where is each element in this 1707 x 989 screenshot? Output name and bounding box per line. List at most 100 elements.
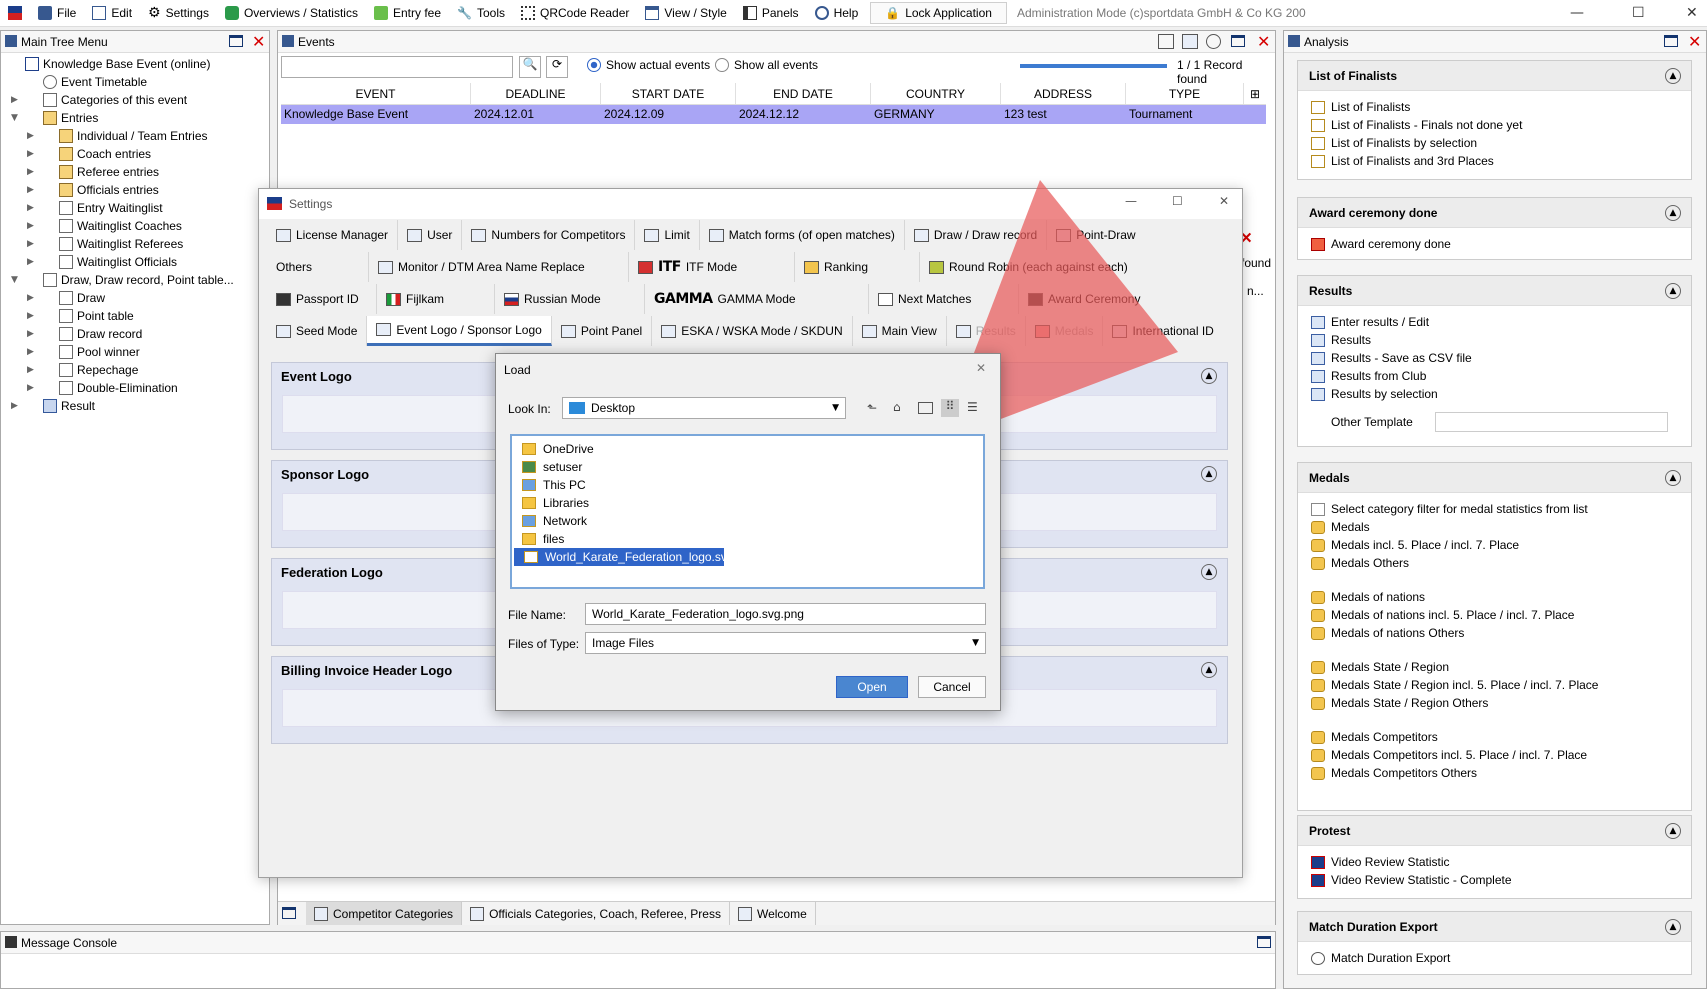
collapsed-icon[interactable]: ▶: [27, 257, 37, 267]
analysis-item[interactable]: Medals incl. 5. Place / incl. 7. Place: [1298, 536, 1691, 554]
table-row[interactable]: Knowledge Base Event 2024.12.01 2024.12.…: [281, 105, 1266, 124]
close-icon[interactable]: ✕: [1686, 5, 1698, 21]
tab-gamma-mode[interactable]: GAMMA GAMMA Mode: [645, 284, 869, 314]
collapsed-icon[interactable]: ▶: [27, 149, 37, 159]
new-folder-icon[interactable]: [918, 402, 933, 414]
tab-event-logo-sponsor-logo[interactable]: Event Logo / Sponsor Logo: [367, 316, 552, 346]
tab-limit[interactable]: Limit: [635, 220, 700, 250]
analysis-item[interactable]: List of Finalists by selection: [1298, 134, 1691, 152]
tab-passport-id[interactable]: Passport ID: [267, 284, 377, 314]
tree-item-coach-entries[interactable]: ▶ Coach entries: [1, 145, 269, 163]
collapse-icon[interactable]: ▲: [1201, 564, 1217, 580]
tree-item-referee-entries[interactable]: ▶ Referee entries: [1, 163, 269, 181]
tree-item-waitinglist-referees[interactable]: ▶ Waitinglist Referees: [1, 235, 269, 253]
minimize-icon[interactable]: —: [1570, 5, 1584, 21]
tree-item-waitinglist-officials[interactable]: ▶ Waitinglist Officials: [1, 253, 269, 271]
analysis-item[interactable]: Medals State / Region incl. 5. Place / i…: [1298, 676, 1691, 694]
collapse-icon[interactable]: ▲: [1665, 919, 1681, 935]
collapsed-icon[interactable]: ▶: [27, 131, 37, 141]
col-deadline[interactable]: DEADLINE: [471, 83, 601, 104]
tab-eska-wska-mode-skdun[interactable]: ESKA / WSKA Mode / SKDUN: [652, 316, 853, 346]
collapsed-icon[interactable]: ▶: [27, 311, 37, 321]
maximize-icon[interactable]: [229, 35, 243, 47]
menu-overviews[interactable]: Overviews / Statistics: [217, 0, 366, 27]
analysis-item[interactable]: Medals Competitors: [1298, 728, 1691, 746]
export-icon[interactable]: [1158, 34, 1174, 49]
tree-item-draw[interactable]: ▶ Draw: [1, 289, 269, 307]
collapse-icon[interactable]: ▲: [1665, 205, 1681, 221]
maximize-icon[interactable]: [1231, 35, 1245, 47]
collapse-icon[interactable]: ▲: [1665, 470, 1681, 486]
analysis-item[interactable]: Medals State / Region Others: [1298, 694, 1691, 712]
tab-itf-mode[interactable]: ITF ITF Mode: [629, 252, 795, 282]
menu-qrcode[interactable]: QRCode Reader: [513, 0, 637, 27]
expanded-icon[interactable]: ▼: [11, 113, 21, 123]
tree-item-categories[interactable]: ▶ Categories of this event: [1, 91, 269, 109]
collapse-icon[interactable]: ▲: [1201, 368, 1217, 384]
open-button[interactable]: Open: [836, 676, 908, 698]
collapsed-icon[interactable]: ▶: [27, 239, 37, 249]
col-event[interactable]: EVENT: [281, 83, 471, 104]
tree-item-draw-record[interactable]: ▶ Draw record: [1, 325, 269, 343]
analysis-item[interactable]: Award ceremony done: [1298, 235, 1691, 253]
sync-icon[interactable]: ⟳: [546, 56, 568, 78]
medal-filter-checkbox[interactable]: Select category filter for medal statist…: [1298, 500, 1691, 518]
close-icon[interactable]: ✕: [1688, 32, 1701, 51]
analysis-item[interactable]: List of Finalists: [1298, 98, 1691, 116]
tab-fijlkam[interactable]: Fijlkam: [377, 284, 495, 314]
tree-item-result[interactable]: ▶ Result: [1, 397, 269, 415]
file-item[interactable]: This PC: [512, 476, 983, 494]
analysis-item[interactable]: Medals of nations Others: [1298, 624, 1691, 642]
close-icon[interactable]: ✕: [976, 361, 986, 375]
tree-item-individual-team-entries[interactable]: ▶ Individual / Team Entries: [1, 127, 269, 145]
file-type-select[interactable]: Image Files ▼: [585, 632, 986, 654]
tree-item-draw-record-point-table[interactable]: ▼ Draw, Draw record, Point table...: [1, 271, 269, 289]
save-icon[interactable]: [1182, 34, 1198, 49]
collapsed-icon[interactable]: ▶: [27, 203, 37, 213]
analysis-item[interactable]: Medals of nations incl. 5. Place / incl.…: [1298, 606, 1691, 624]
file-item[interactable]: World_Karate_Federation_logo.svg: [514, 548, 734, 566]
tab-license-manager[interactable]: License Manager: [267, 220, 399, 250]
maximize-icon[interactable]: [1664, 35, 1678, 47]
tab-seed-mode[interactable]: Seed Mode: [267, 316, 368, 346]
collapsed-icon[interactable]: ▶: [27, 365, 37, 375]
collapse-icon[interactable]: ▲: [1201, 466, 1217, 482]
tree-item-pool-winner[interactable]: ▶ Pool winner: [1, 343, 269, 361]
tree-item-event-timetable[interactable]: Event Timetable: [1, 73, 269, 91]
maximize-icon[interactable]: [282, 907, 296, 919]
menu-tools[interactable]: 🔧 Tools: [449, 0, 513, 27]
collapsed-icon[interactable]: ▶: [27, 329, 37, 339]
close-icon[interactable]: ✕: [1219, 194, 1229, 208]
tree-item-entries[interactable]: ▼ Entries: [1, 109, 269, 127]
analysis-item[interactable]: Medals State / Region: [1298, 658, 1691, 676]
collapse-icon[interactable]: ▲: [1665, 283, 1681, 299]
tree-item-knowledge-base-event[interactable]: Knowledge Base Event (online): [1, 55, 269, 73]
analysis-item[interactable]: Video Review Statistic: [1298, 853, 1691, 871]
collapsed-icon[interactable]: ▶: [27, 167, 37, 177]
close-icon[interactable]: ✕: [1257, 32, 1270, 51]
analysis-item[interactable]: Results - Save as CSV file: [1298, 349, 1691, 367]
tab-monitor-dtm-area-name-replace[interactable]: Monitor / DTM Area Name Replace: [369, 252, 629, 282]
analysis-item[interactable]: Results by selection: [1298, 385, 1691, 403]
collapsed-icon[interactable]: ▶: [27, 221, 37, 231]
show-actual-radio[interactable]: Show actual events: [587, 58, 710, 72]
tree-item-double-elimination[interactable]: ▶ Double-Elimination: [1, 379, 269, 397]
tree-item-point-table[interactable]: ▶ Point table: [1, 307, 269, 325]
collapse-icon[interactable]: ▲: [1201, 662, 1217, 678]
file-item[interactable]: Network: [512, 512, 983, 530]
menu-panels[interactable]: Panels: [735, 0, 807, 27]
tab-ranking[interactable]: Ranking: [795, 252, 920, 282]
menu-settings[interactable]: ⚙ Settings: [140, 0, 217, 27]
tree-item-repechage[interactable]: ▶ Repechage: [1, 361, 269, 379]
col-start-date[interactable]: START DATE: [601, 83, 736, 104]
analysis-item[interactable]: Medals Others: [1298, 554, 1691, 572]
collapsed-icon[interactable]: ▶: [27, 293, 37, 303]
cancel-button[interactable]: Cancel: [918, 676, 986, 698]
column-chooser-icon[interactable]: ⊞: [1244, 83, 1266, 104]
analysis-item[interactable]: List of Finalists and 3rd Places: [1298, 152, 1691, 170]
tab-match-forms-of-open-matches[interactable]: Match forms (of open matches): [700, 220, 905, 250]
analysis-item[interactable]: Medals: [1298, 518, 1691, 536]
show-all-radio[interactable]: Show all events: [715, 58, 818, 72]
maximize-icon[interactable]: ☐: [1632, 5, 1645, 21]
tree-item-waitinglist-coaches[interactable]: ▶ Waitinglist Coaches: [1, 217, 269, 235]
